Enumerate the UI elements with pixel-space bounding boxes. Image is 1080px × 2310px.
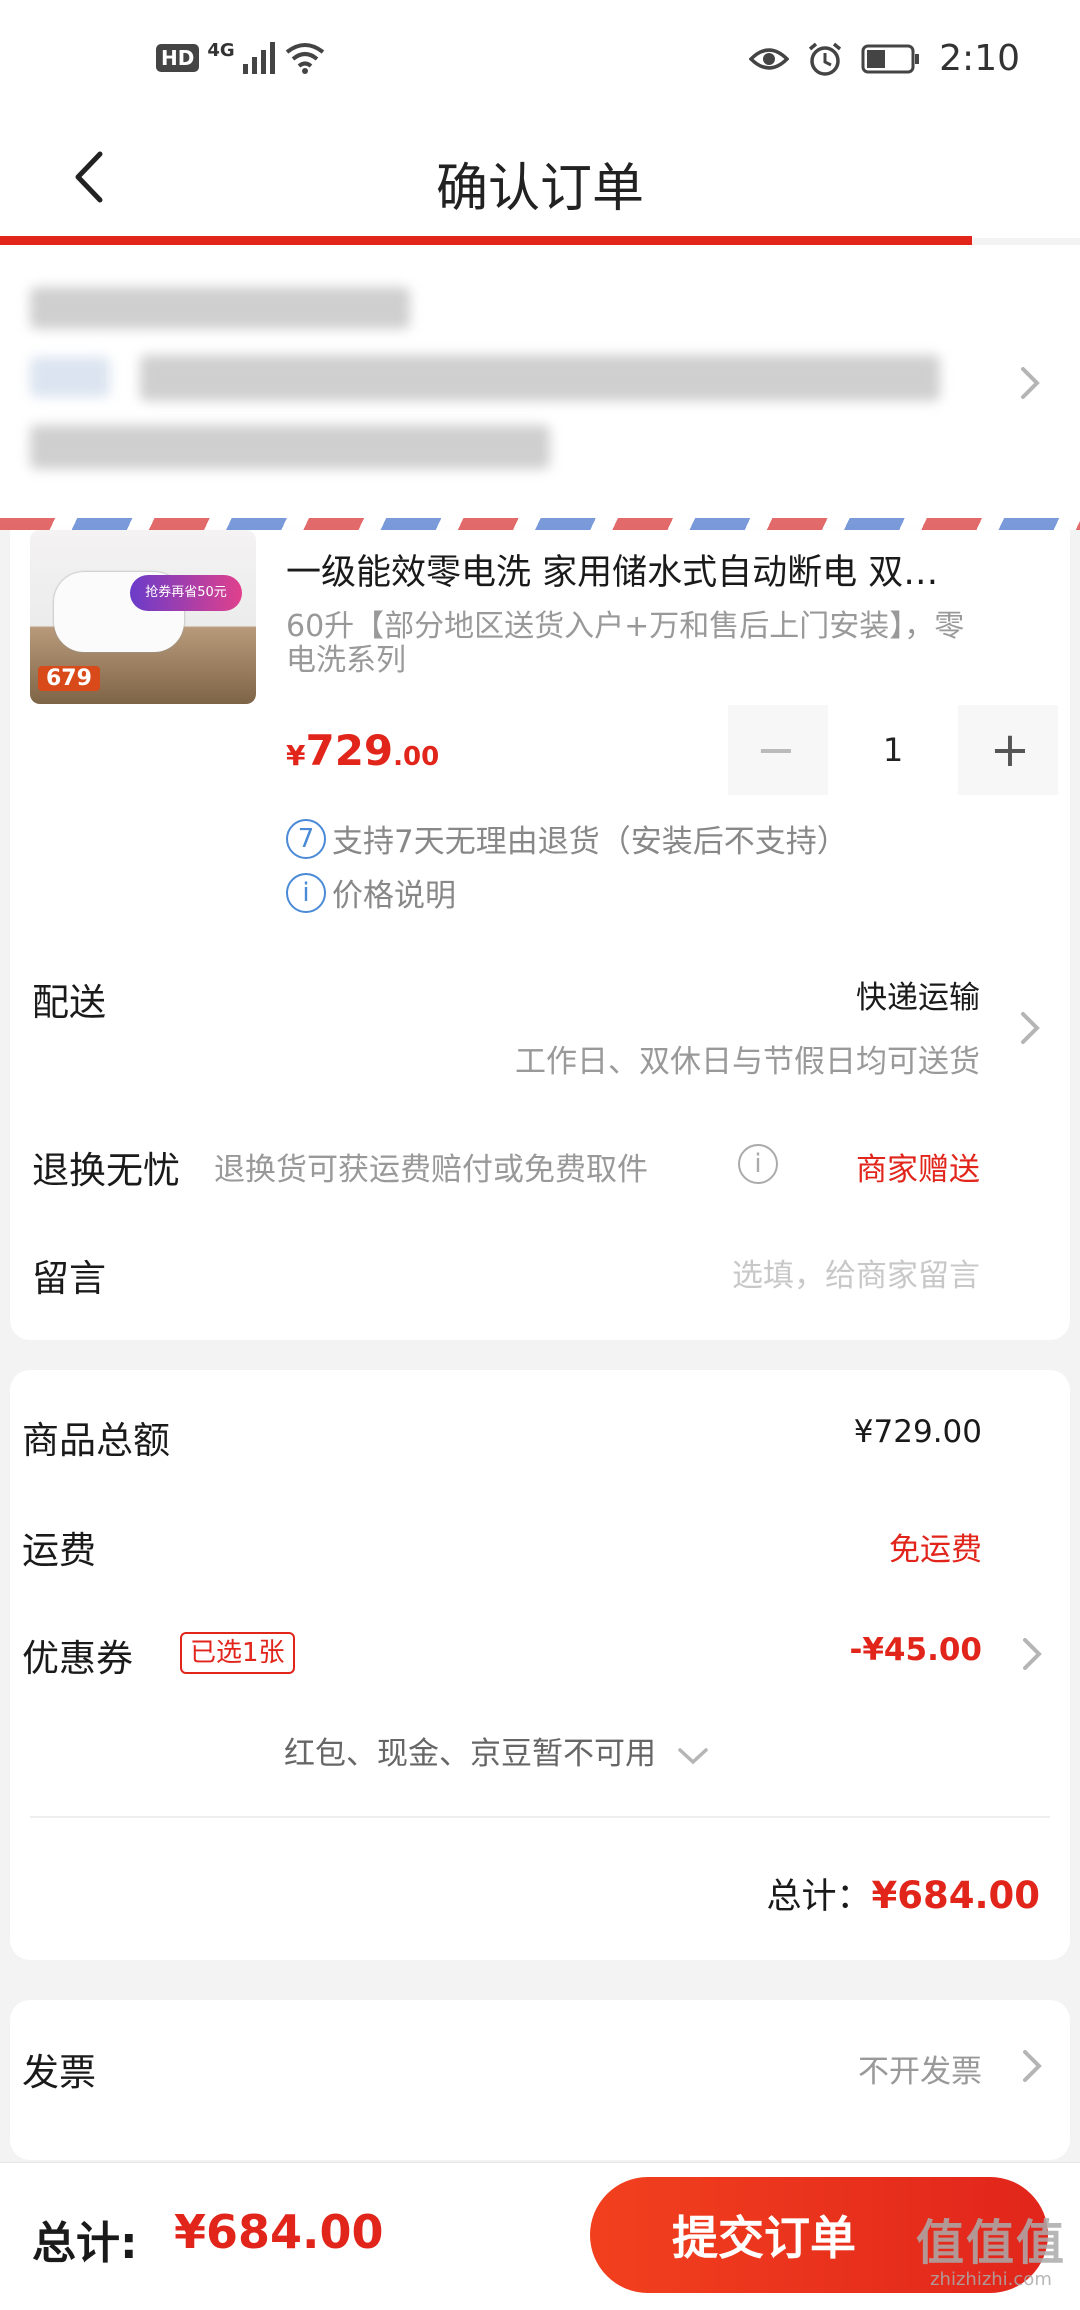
price-explanation-text: 价格说明 xyxy=(332,878,456,914)
shipping-label: 运费 xyxy=(22,1529,96,1572)
return-policy-text: 支持7天无理由退货（安装后不支持） xyxy=(332,824,848,860)
chevron-right-icon xyxy=(1021,367,1040,399)
wifi-icon xyxy=(285,42,324,74)
chevron-down-icon xyxy=(678,1747,708,1764)
product-title[interactable]: 一级能效零电洗 家用储水式自动断电 双… xyxy=(286,544,1056,595)
clock: 2:10 xyxy=(939,38,1020,79)
coupon-value[interactable]: -¥45.00 xyxy=(850,1632,983,1668)
eye-icon xyxy=(749,47,790,70)
shipping-value: 免运费 xyxy=(889,1532,982,1568)
network-type: 4G xyxy=(207,40,235,61)
price-integer: 729 xyxy=(305,726,394,775)
blurred-recipient xyxy=(30,287,410,329)
return-policy-note[interactable]: 7 支持7天无理由退货（安装后不支持） xyxy=(286,816,848,861)
delivery-time-note: 工作日、双休日与节假日均可送货 xyxy=(515,1044,980,1080)
unavailable-note-text: 红包、现金、京豆暂不可用 xyxy=(284,1736,656,1772)
bottom-bar: 总计: ¥684.00 提交订单 值值值 zhizhizhi.com xyxy=(0,2162,1080,2310)
info-icon[interactable]: i xyxy=(738,1144,778,1184)
summary-total-value: ¥684.00 xyxy=(871,1874,1040,1917)
unavailable-note[interactable]: 红包、现金、京豆暂不可用 xyxy=(284,1728,710,1773)
address-envelope-border xyxy=(0,518,1080,530)
quantity-increase-button[interactable]: + xyxy=(962,705,1058,795)
signal-icon xyxy=(242,41,275,74)
price-explanation[interactable]: i 价格说明 xyxy=(286,870,456,915)
summary-total: 总计：¥684.00 xyxy=(766,1868,1040,1919)
blurred-address-tag xyxy=(30,357,110,397)
status-left: HD 4G xyxy=(156,40,325,75)
summary-total-label: 总计： xyxy=(766,1877,872,1917)
delivery-label: 配送 xyxy=(32,981,106,1024)
return-worry-free-desc: 退换货可获运费赔付或免费取件 xyxy=(214,1152,648,1188)
product-spec: 60升【部分地区送货入户+万和售后上门安装】，零电洗系列 xyxy=(286,609,965,678)
price-currency: ¥ xyxy=(286,739,306,772)
message-input[interactable]: 选填，给商家留言 xyxy=(732,1250,980,1295)
product-card: 抢券再省50元 679 一级能效零电洗 家用储水式自动断电 双… 60升【部分地… xyxy=(10,530,1070,1340)
price-summary-card: 商品总额 ¥729.00 运费 免运费 优惠券 已选1张 -¥45.00 红包、… xyxy=(10,1370,1070,1960)
chevron-right-icon[interactable] xyxy=(1020,1634,1044,1674)
quantity-stepper: − 1 + xyxy=(728,705,1058,795)
image-price-tag: 679 xyxy=(38,666,100,691)
battery-icon xyxy=(861,44,920,73)
bottom-total-value: ¥684.00 xyxy=(174,2205,384,2259)
invoice-value: 不开发票 xyxy=(858,2054,982,2090)
return-worry-free-value: 商家赠送 xyxy=(856,1152,980,1188)
message-label: 留言 xyxy=(32,1257,106,1300)
info-icon: i xyxy=(286,872,326,913)
product-price: ¥729.00 xyxy=(286,726,439,775)
page-title: 确认订单 xyxy=(435,159,644,219)
goods-total-value: ¥729.00 xyxy=(853,1414,982,1450)
blurred-address-line1 xyxy=(140,355,940,401)
watermark: 值值值 zhizhizhi.com xyxy=(916,2203,1066,2290)
address-card[interactable] xyxy=(0,245,1080,525)
status-right: 2:10 xyxy=(749,38,1020,79)
invoice-row[interactable]: 发票 不开发票 xyxy=(10,2000,1070,2160)
bottom-total-label: 总计: xyxy=(32,2218,138,2269)
title-bar: 确认订单 xyxy=(0,120,1080,238)
summary-divider xyxy=(30,1816,1050,1818)
chevron-right-icon[interactable] xyxy=(1018,1008,1042,1048)
coupon-label: 优惠券 xyxy=(22,1637,133,1680)
invoice-label: 发票 xyxy=(22,2051,96,2094)
hd-badge: HD xyxy=(156,43,200,72)
quantity-value[interactable]: 1 xyxy=(828,705,958,795)
header-accent-line xyxy=(0,236,972,245)
delivery-method[interactable]: 快递运输 xyxy=(856,972,980,1017)
watermark-logo: 值值值 xyxy=(915,2215,1066,2271)
watermark-url: zhizhizhi.com xyxy=(930,2269,1052,2290)
status-bar: HD 4G 2:10 xyxy=(0,0,1080,120)
chevron-right-icon xyxy=(1023,2050,1042,2082)
seven-day-return-icon: 7 xyxy=(286,818,326,859)
blurred-address-line2 xyxy=(30,425,550,469)
price-decimal: .00 xyxy=(393,742,440,772)
return-worry-free-label: 退换无忧 xyxy=(32,1149,180,1192)
goods-total-label: 商品总额 xyxy=(22,1419,170,1462)
product-image[interactable]: 抢券再省50元 679 xyxy=(30,530,256,704)
image-promo-badge: 抢券再省50元 xyxy=(130,575,242,611)
quantity-decrease-button[interactable]: − xyxy=(728,705,824,795)
coupon-selected-badge: 已选1张 xyxy=(180,1632,295,1674)
alarm-icon xyxy=(809,42,842,76)
